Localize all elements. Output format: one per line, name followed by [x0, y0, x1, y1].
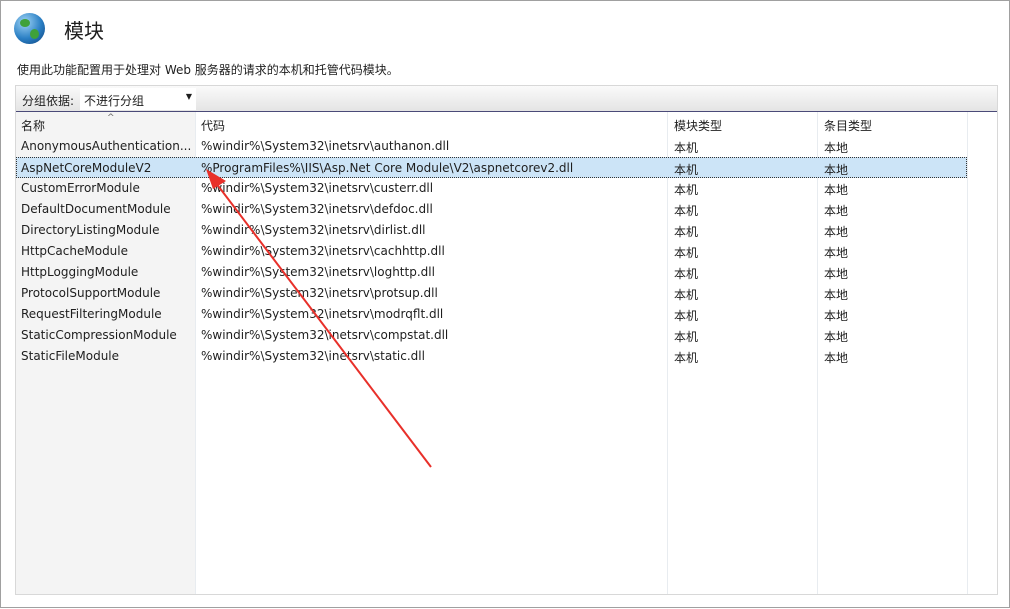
- annotation-arrow: [206, 169, 432, 468]
